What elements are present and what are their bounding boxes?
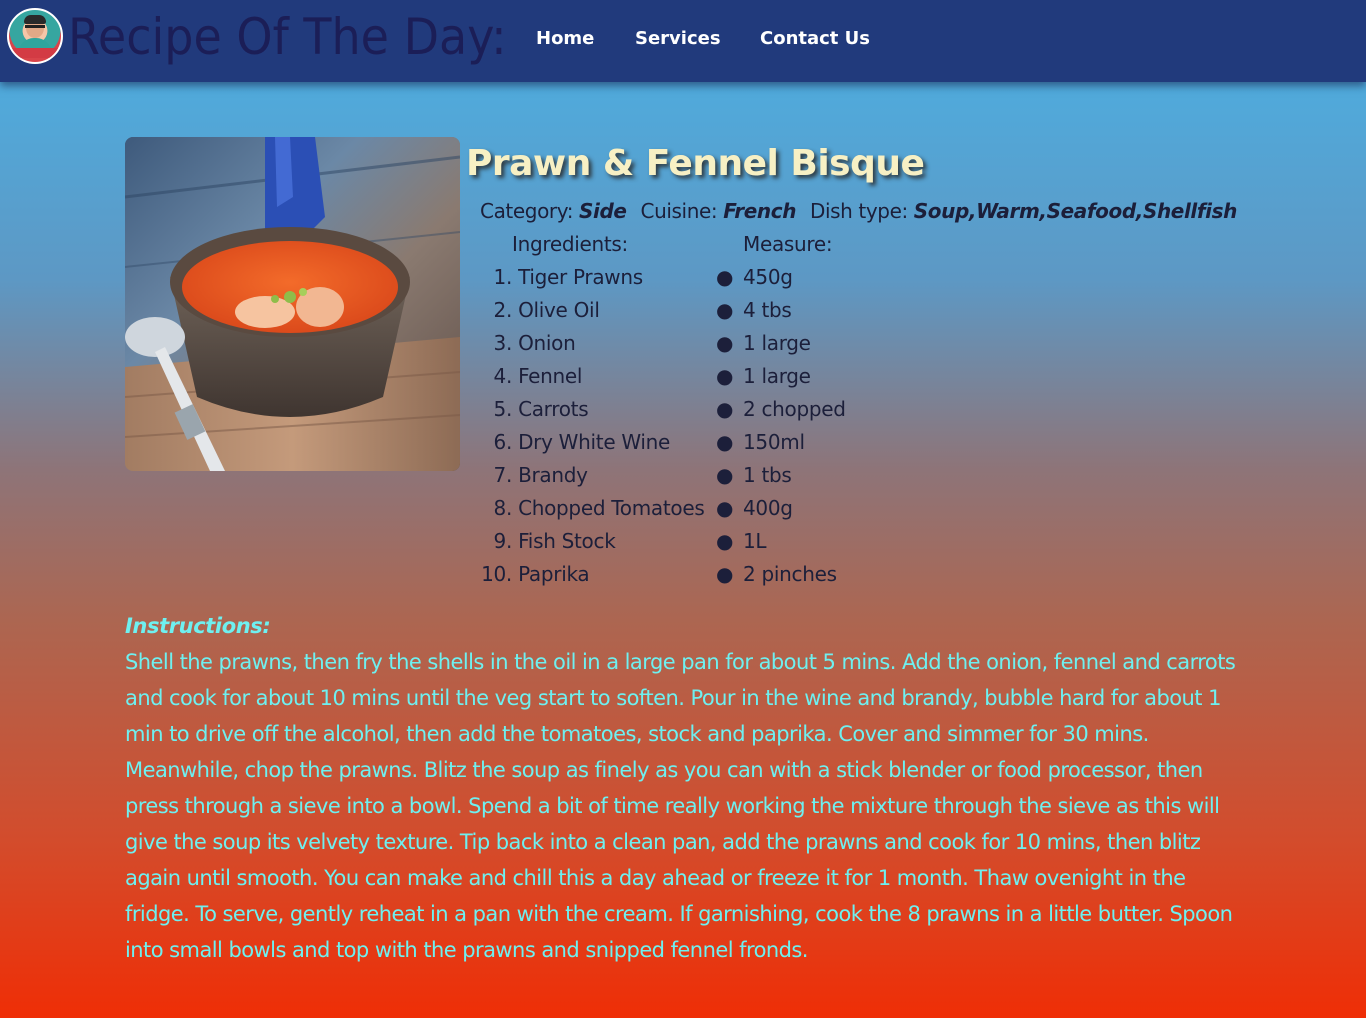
navbar: Recipe Of The Day: Home Services Contact… <box>0 0 1366 82</box>
measure-item: ● 2 chopped <box>716 393 846 426</box>
ingredient-name: Paprika <box>518 562 590 586</box>
measure-value: 2 pinches <box>743 562 837 586</box>
measure-item: ● 450g <box>716 261 846 294</box>
bullet-icon: ● <box>716 562 734 586</box>
ingredient-number: 4. <box>493 364 513 388</box>
measure-item: ● 150ml <box>716 426 846 459</box>
nav-contact-link[interactable]: Contact Us <box>760 28 870 49</box>
measure-heading: Measure: <box>743 232 833 256</box>
ingredient-number: 2. <box>493 298 513 322</box>
ingredient-name: Tiger Prawns <box>518 265 643 289</box>
measure-value: 400g <box>743 496 793 520</box>
ingredient-item: 5. Carrots <box>470 393 704 426</box>
measure-value: 4 tbs <box>743 298 792 322</box>
ingredient-item: 8. Chopped Tomatoes <box>470 492 705 525</box>
ingredient-number: 5. <box>493 397 513 421</box>
logo-avatar[interactable] <box>7 8 63 64</box>
instructions-heading: Instructions: <box>125 614 271 638</box>
dish-type-label: Dish type: <box>810 199 908 223</box>
measure-value: 1 large <box>743 331 811 355</box>
ingredients-list: 1. Tiger Prawns 2. Olive Oil 3. Onion 4.… <box>470 261 705 591</box>
category-label: Category: <box>480 199 574 223</box>
avatar-ring <box>11 48 59 58</box>
avatar-glasses <box>25 25 45 28</box>
ingredient-item: 3. Onion <box>470 327 704 360</box>
measure-value: 1 tbs <box>743 463 792 487</box>
cuisine-label: Cuisine: <box>640 199 718 223</box>
ingredient-name: Chopped Tomatoes <box>518 496 705 520</box>
instructions-text: Shell the prawns, then fry the shells in… <box>125 650 1236 962</box>
measure-item: ● 1 large <box>716 360 846 393</box>
ingredient-number: 3. <box>493 331 513 355</box>
bullet-icon: ● <box>716 331 734 355</box>
measure-item: ● 1 large <box>716 327 846 360</box>
measure-value: 1 large <box>743 364 811 388</box>
ingredient-item: 7. Brandy <box>470 459 704 492</box>
category-value: Side <box>579 199 627 223</box>
recipe-photo <box>125 137 460 471</box>
bullet-icon: ● <box>716 463 734 487</box>
ingredient-number: 9. <box>493 529 513 553</box>
ingredient-name: Fennel <box>518 364 583 388</box>
site-title: Recipe Of The Day: <box>68 8 507 66</box>
avatar-hair <box>24 15 46 24</box>
recipe-title: Prawn & Fennel Bisque <box>466 143 925 184</box>
nav-home-link[interactable]: Home <box>536 28 594 49</box>
cuisine-value: French <box>723 199 797 223</box>
soup-bowl-image <box>125 137 460 471</box>
ingredient-name: Dry White Wine <box>518 430 671 454</box>
bullet-icon: ● <box>716 529 734 553</box>
ingredient-number: 6. <box>493 430 513 454</box>
ingredient-name: Olive Oil <box>518 298 600 322</box>
ingredient-number: 7. <box>493 463 513 487</box>
ingredient-item: 2. Olive Oil <box>470 294 704 327</box>
measure-item: ● 2 pinches <box>716 558 846 591</box>
bullet-icon: ● <box>716 430 734 454</box>
measure-item: ● 1 tbs <box>716 459 846 492</box>
ingredient-name: Carrots <box>518 397 589 421</box>
bullet-icon: ● <box>716 364 734 388</box>
measure-item: ● 4 tbs <box>716 294 846 327</box>
bullet-icon: ● <box>716 496 734 520</box>
ingredient-item: 4. Fennel <box>470 360 704 393</box>
ingredients-heading: Ingredients: <box>512 232 628 256</box>
measure-value: 2 chopped <box>743 397 846 421</box>
bullet-icon: ● <box>716 298 734 322</box>
dish-type-value: Soup,Warm,Seafood,Shellfish <box>913 199 1238 223</box>
measure-value: 1L <box>743 529 767 553</box>
measure-value: 450g <box>743 265 793 289</box>
ingredient-item: 1. Tiger Prawns <box>470 261 704 294</box>
ingredient-name: Brandy <box>518 463 588 487</box>
ingredient-name: Onion <box>518 331 576 355</box>
measure-item: ● 400g <box>716 492 846 525</box>
ingredient-number: 10. <box>481 562 512 586</box>
bullet-icon: ● <box>716 397 734 421</box>
ingredient-item: 6. Dry White Wine <box>470 426 704 459</box>
measures-list: ● 450g ● 4 tbs ● 1 large ● 1 large ● 2 choppe… <box>716 261 846 591</box>
ingredient-number: 8. <box>493 496 513 520</box>
measure-item: ● 1L <box>716 525 846 558</box>
ingredient-item: 9. Fish Stock <box>470 525 704 558</box>
measure-value: 150ml <box>743 430 805 454</box>
bullet-icon: ● <box>716 265 734 289</box>
recipe-meta: Category: Side Cuisine: French Dish type… <box>480 196 1237 226</box>
ingredient-item: 10. Paprika <box>470 558 704 591</box>
ingredient-number: 1. <box>493 265 513 289</box>
ingredient-name: Fish Stock <box>518 529 616 553</box>
nav-services-link[interactable]: Services <box>635 28 721 49</box>
